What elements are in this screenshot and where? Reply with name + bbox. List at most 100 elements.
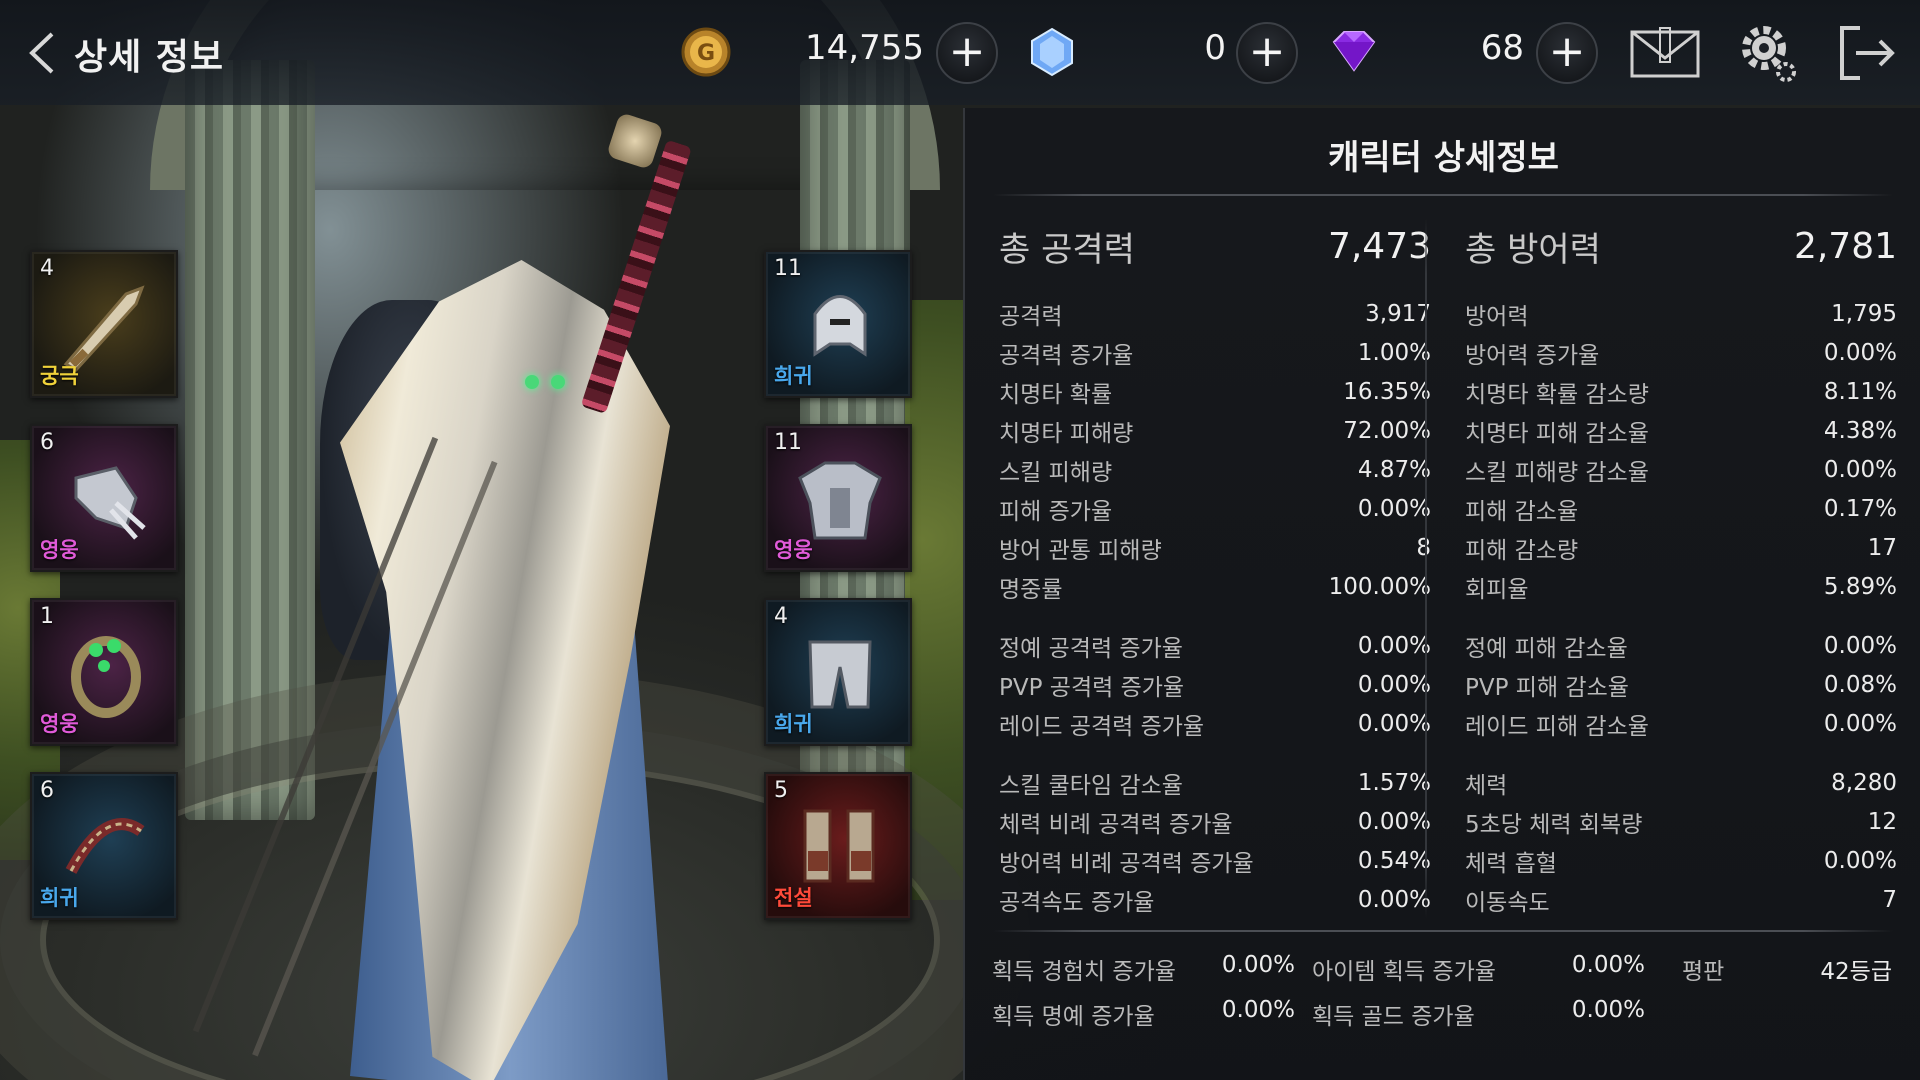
stat-label: 방어 관통 피해량 — [999, 537, 1162, 564]
stat-value: 7,473 — [1327, 225, 1431, 267]
stat-value: 0.00% — [1357, 671, 1431, 698]
stat-row: 치명타 확률 감소량 8.11% — [1465, 372, 1897, 411]
add-gold-button[interactable]: + — [936, 22, 998, 84]
character-detail-panel: 캐릭터 상세정보 총 공격력 7,473 공격력 3,917 공격력 증가율 1.00… — [963, 108, 1920, 1080]
exp-gain-stat: 획득 경험치 증가율 0.00% — [992, 952, 1295, 986]
stat-value: 0.00% — [1357, 808, 1431, 835]
ring-icon — [56, 622, 156, 722]
stat-value: 0.08% — [1823, 671, 1897, 698]
divider — [993, 194, 1893, 196]
stat-value: 0.00% — [1823, 339, 1897, 366]
boots-icon — [790, 796, 890, 896]
stat-row: 공격속도 증가율 0.00% — [999, 880, 1431, 919]
equip-slot-boots[interactable]: 5 전설 — [764, 772, 912, 920]
stat-value: 4.38% — [1823, 417, 1897, 444]
stat-value: 0.00% — [1357, 710, 1431, 737]
stat-label: 획득 경험치 증가율 — [992, 959, 1176, 985]
stat-value: 0.00% — [1571, 997, 1645, 1023]
stat-row: 치명타 피해량 72.00% — [999, 411, 1431, 450]
page-title: 상세 정보 — [74, 37, 225, 78]
add-gem-button[interactable]: + — [1536, 22, 1598, 84]
crystal-amount: 0 — [1204, 28, 1226, 68]
stat-label: 방어력 증가율 — [1465, 342, 1600, 369]
chevron-left-icon — [29, 32, 54, 74]
stat-label: 정예 피해 감소율 — [1465, 635, 1628, 662]
equip-slot-bracelet[interactable]: 6 희귀 — [30, 772, 178, 920]
stat-row: 피해 감소량 17 — [1465, 528, 1897, 567]
stat-label: 치명타 피해 감소율 — [1465, 420, 1649, 447]
item-enhance-level: 4 — [40, 256, 54, 281]
plus-icon: + — [948, 26, 986, 77]
stat-label: 레이드 공격력 증가율 — [999, 713, 1205, 740]
stat-value: 0.00% — [1823, 632, 1897, 659]
stat-row: 체력 비례 공격력 증가율 0.00% — [999, 802, 1431, 841]
stat-label: 체력 — [1465, 772, 1508, 799]
panel-title: 캐릭터 상세정보 — [1328, 138, 1559, 178]
stat-value: 16.35% — [1343, 378, 1431, 405]
stat-label: 획득 명예 증가율 — [992, 1004, 1155, 1030]
exit-icon[interactable] — [1830, 18, 1904, 88]
mail-icon[interactable] — [1628, 18, 1702, 88]
stat-label: 아이템 획득 증가율 — [1312, 959, 1496, 985]
item-enhance-level: 4 — [774, 604, 788, 629]
item-enhance-level: 6 — [40, 430, 54, 455]
stat-label: 공격력 — [999, 303, 1063, 330]
stat-label: 공격력 증가율 — [999, 342, 1134, 369]
item-grade-label: 희귀 — [774, 364, 813, 388]
stat-value: 17 — [1867, 534, 1897, 561]
equip-slot-ring[interactable]: 1 영웅 — [30, 598, 178, 746]
attack-stats-column: 총 공격력 7,473 공격력 3,917 공격력 증가율 1.00% 치명타 확률 16… — [999, 216, 1431, 919]
chest-armor-icon — [790, 448, 890, 548]
stat-row: PVP 피해 감소율 0.08% — [1465, 665, 1897, 704]
stat-value: 3,917 — [1365, 300, 1431, 327]
stat-row: PVP 공격력 증가율 0.00% — [999, 665, 1431, 704]
stat-label: 명중률 — [999, 576, 1063, 603]
stat-row: 치명타 피해 감소율 4.38% — [1465, 411, 1897, 450]
stat-row: 스킬 쿨타임 감소율 1.57% — [999, 763, 1431, 802]
stat-label: 피해 증가율 — [999, 498, 1113, 525]
stat-value: 72.00% — [1343, 417, 1431, 444]
stat-value: 0.00% — [1357, 495, 1431, 522]
equip-slot-gloves[interactable]: 6 영웅 — [30, 424, 178, 572]
item-grade-label: 희귀 — [40, 886, 79, 910]
stat-label: 스킬 피해량 — [999, 459, 1113, 486]
stat-row: 레이드 공격력 증가율 0.00% — [999, 704, 1431, 743]
gear-icon[interactable] — [1730, 18, 1804, 88]
stat-label: 치명타 피해량 — [999, 420, 1134, 447]
item-grade-label: 영웅 — [774, 538, 813, 562]
stat-value: 0.00% — [1571, 952, 1645, 978]
stat-row: 스킬 피해량 4.87% — [999, 450, 1431, 489]
add-crystal-button[interactable]: + — [1236, 22, 1298, 84]
plus-icon: + — [1248, 26, 1286, 77]
equip-slot-pants[interactable]: 4 희귀 — [764, 598, 912, 746]
stat-value: 0.00% — [1357, 632, 1431, 659]
character-model[interactable] — [192, 112, 760, 1080]
equip-slot-weapon[interactable]: 4 궁극 — [30, 250, 178, 398]
stat-value: 100.00% — [1328, 573, 1431, 600]
plus-icon: + — [1548, 26, 1586, 77]
stat-value: 0.00% — [1823, 456, 1897, 483]
stat-value: 0.00% — [1221, 997, 1295, 1023]
stat-label: 평판 — [1682, 959, 1725, 985]
stat-label: 체력 흡혈 — [1465, 850, 1557, 877]
stat-row: 치명타 확률 16.35% — [999, 372, 1431, 411]
stat-label: 치명타 확률 — [999, 381, 1113, 408]
stat-label: 정예 공격력 증가율 — [999, 635, 1183, 662]
stat-row: 명중률 100.00% — [999, 567, 1431, 606]
equip-slot-armor[interactable]: 11 영웅 — [764, 424, 912, 572]
stat-row: 공격력 증가율 1.00% — [999, 333, 1431, 372]
stat-value: 7 — [1882, 886, 1897, 913]
stat-label: 스킬 피해량 감소율 — [1465, 459, 1649, 486]
stat-row: 공격력 3,917 — [999, 294, 1431, 333]
equip-slot-helmet[interactable]: 11 희귀 — [764, 250, 912, 398]
stat-row: 정예 피해 감소율 0.00% — [1465, 626, 1897, 665]
stat-row: 레이드 피해 감소율 0.00% — [1465, 704, 1897, 743]
greatsword-pommel — [606, 112, 664, 170]
stat-label: PVP 피해 감소율 — [1465, 674, 1629, 701]
back-button[interactable] — [24, 28, 64, 78]
stat-label: 피해 감소량 — [1465, 537, 1579, 564]
divider — [993, 930, 1893, 932]
stat-label: 공격속도 증가율 — [999, 889, 1155, 916]
gold-amount: 14,755 — [805, 28, 924, 68]
